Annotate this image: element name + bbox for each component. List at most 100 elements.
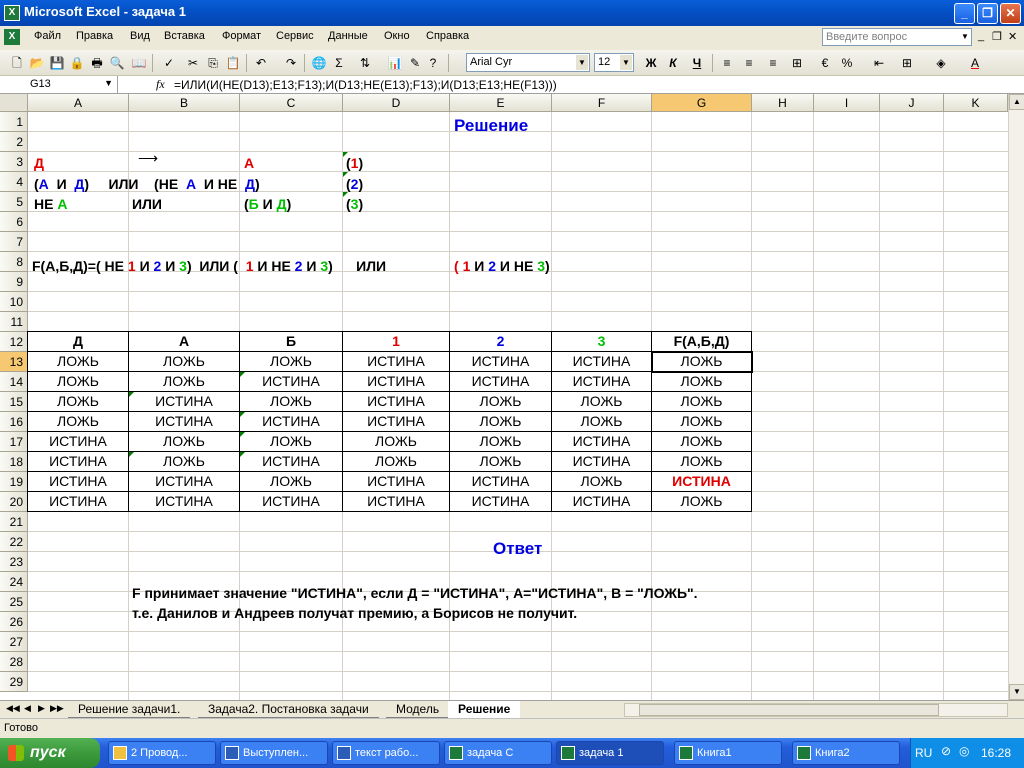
- fill-color-icon[interactable]: ◈: [932, 54, 950, 72]
- row-header-10[interactable]: 10: [0, 292, 28, 312]
- decrease-indent-icon[interactable]: ⇤: [870, 54, 888, 72]
- italic-button[interactable]: К: [664, 54, 682, 72]
- table-cell[interactable]: ИСТИНА: [343, 472, 450, 492]
- table-cell[interactable]: ИСТИНА: [129, 472, 240, 492]
- table-cell[interactable]: ЛОЖЬ: [552, 412, 652, 432]
- row-header-12[interactable]: 12: [0, 332, 28, 352]
- menu-format[interactable]: Формат: [222, 30, 261, 42]
- open-folder-icon[interactable]: 📂: [28, 54, 46, 72]
- paste-icon[interactable]: 📋: [224, 54, 242, 72]
- hyperlink-icon[interactable]: 🌐: [310, 54, 328, 72]
- table-cell[interactable]: ИСТИНА: [343, 392, 450, 412]
- table-cell[interactable]: ИСТИНА: [28, 492, 129, 512]
- borders-icon[interactable]: ⊞: [898, 54, 916, 72]
- table-cell[interactable]: ЛОЖЬ: [652, 412, 752, 432]
- table-cell[interactable]: ИСТИНА: [450, 472, 552, 492]
- table-header-cell[interactable]: Д: [28, 332, 129, 352]
- spelling-icon[interactable]: ✓: [160, 54, 178, 72]
- menu-edit[interactable]: Правка: [76, 30, 113, 42]
- table-cell[interactable]: ЛОЖЬ: [652, 432, 752, 452]
- select-all-corner[interactable]: [0, 94, 28, 112]
- drawing-icon[interactable]: ✎: [406, 54, 424, 72]
- table-cell[interactable]: ЛОЖЬ: [343, 452, 450, 472]
- column-header-g[interactable]: G: [652, 94, 752, 112]
- table-cell[interactable]: ИСТИНА: [450, 372, 552, 392]
- row-header-9[interactable]: 9: [0, 272, 28, 292]
- table-cell[interactable]: ИСТИНА: [28, 432, 129, 452]
- table-cell[interactable]: ЛОЖЬ: [552, 472, 652, 492]
- table-cell[interactable]: ИСТИНА: [28, 452, 129, 472]
- insert-function-icon[interactable]: fx: [156, 77, 165, 92]
- row-header-20[interactable]: 20: [0, 492, 28, 512]
- worksheet-grid[interactable]: ABCDEFGHIJK 1 2 3 4 5 6 7 8 9 10 11 12 13 14 15 16 17 18 1…: [0, 94, 1024, 700]
- column-header-i[interactable]: I: [814, 94, 880, 112]
- row-header-6[interactable]: 6: [0, 212, 28, 232]
- font-color-icon[interactable]: A: [966, 54, 984, 72]
- row-header-13[interactable]: 13: [0, 352, 28, 372]
- table-cell[interactable]: ИСТИНА: [552, 352, 652, 372]
- table-cell[interactable]: ЛОЖЬ: [450, 412, 552, 432]
- row-header-29[interactable]: 29: [0, 672, 28, 692]
- taskbar-item[interactable]: 2 Провод...: [108, 741, 216, 765]
- table-cell[interactable]: ИСТИНА: [450, 352, 552, 372]
- workbook-minimize-button[interactable]: _: [978, 30, 984, 42]
- research-icon[interactable]: 📖: [130, 54, 148, 72]
- taskbar-item[interactable]: Выступлен...: [220, 741, 328, 765]
- error-indicator-icon[interactable]: [343, 152, 348, 157]
- table-header-cell[interactable]: 2: [450, 332, 552, 352]
- taskbar-item[interactable]: текст рабо...: [332, 741, 440, 765]
- table-cell[interactable]: ЛОЖЬ: [450, 432, 552, 452]
- menu-help[interactable]: Справка: [426, 30, 469, 42]
- table-cell[interactable]: ИСТИНА: [552, 452, 652, 472]
- merge-center-icon[interactable]: ⊞: [788, 54, 806, 72]
- vertical-scrollbar[interactable]: ▲ ▼: [1008, 94, 1024, 700]
- print-icon[interactable]: 🖶: [88, 54, 106, 72]
- table-cell[interactable]: ИСТИНА: [240, 372, 343, 392]
- row-header-14[interactable]: 14: [0, 372, 28, 392]
- align-right-icon[interactable]: ≡: [764, 54, 782, 72]
- row-header-16[interactable]: 16: [0, 412, 28, 432]
- bold-button[interactable]: Ж: [642, 54, 660, 72]
- restore-button[interactable]: ❐: [977, 3, 998, 24]
- taskbar-item[interactable]: Книга2: [792, 741, 900, 765]
- sheet-tab-solution[interactable]: Решение: [448, 701, 521, 718]
- menu-insert[interactable]: Вставка: [164, 30, 205, 42]
- taskbar-item-active[interactable]: задача 1: [556, 741, 664, 765]
- table-cell[interactable]: ЛОЖЬ: [28, 412, 129, 432]
- row-header-5[interactable]: 5: [0, 192, 28, 212]
- table-header-cell[interactable]: Б: [240, 332, 343, 352]
- row-header-23[interactable]: 23: [0, 552, 28, 572]
- table-cell[interactable]: ЛОЖЬ: [28, 392, 129, 412]
- row-header-4[interactable]: 4: [0, 172, 28, 192]
- table-header-cell[interactable]: А: [129, 332, 240, 352]
- table-cell[interactable]: ЛОЖЬ: [28, 372, 129, 392]
- table-cell[interactable]: ЛОЖЬ: [450, 452, 552, 472]
- table-header-cell[interactable]: F(А,Б,Д): [652, 332, 752, 352]
- table-cell[interactable]: ЛОЖЬ: [28, 352, 129, 372]
- column-header-k[interactable]: K: [944, 94, 1008, 112]
- table-cell[interactable]: ЛОЖЬ: [240, 472, 343, 492]
- font-name-select[interactable]: Arial Cyr ▼: [466, 53, 590, 72]
- table-cell[interactable]: ИСТИНА: [129, 392, 240, 412]
- cut-icon[interactable]: ✂: [184, 54, 202, 72]
- table-cell[interactable]: ИСТИНА: [652, 472, 752, 492]
- column-header-a[interactable]: A: [28, 94, 129, 112]
- column-header-j[interactable]: J: [880, 94, 944, 112]
- row-header-18[interactable]: 18: [0, 452, 28, 472]
- table-header-cell[interactable]: 1: [343, 332, 450, 352]
- table-cell[interactable]: ИСТИНА: [552, 372, 652, 392]
- chevron-down-icon[interactable]: ▼: [959, 29, 971, 45]
- align-left-icon[interactable]: ≡: [718, 54, 736, 72]
- chart-wizard-icon[interactable]: 📊: [386, 54, 404, 72]
- workbook-close-button[interactable]: ✕: [1008, 30, 1017, 43]
- percent-button[interactable]: %: [838, 54, 856, 72]
- row-header-21[interactable]: 21: [0, 512, 28, 532]
- workbook-restore-button[interactable]: ❐: [992, 30, 1002, 43]
- minimize-button[interactable]: _: [954, 3, 975, 24]
- horizontal-scrollbar[interactable]: [624, 703, 1008, 717]
- menu-file[interactable]: Файл: [34, 30, 61, 42]
- table-cell[interactable]: ИСТИНА: [552, 432, 652, 452]
- table-header-cell[interactable]: 3: [552, 332, 652, 352]
- table-cell[interactable]: ЛОЖЬ: [129, 452, 240, 472]
- formula-input[interactable]: =ИЛИ(И(НЕ(D13);E13;F13);И(D13;НЕ(E13);F1…: [174, 78, 557, 92]
